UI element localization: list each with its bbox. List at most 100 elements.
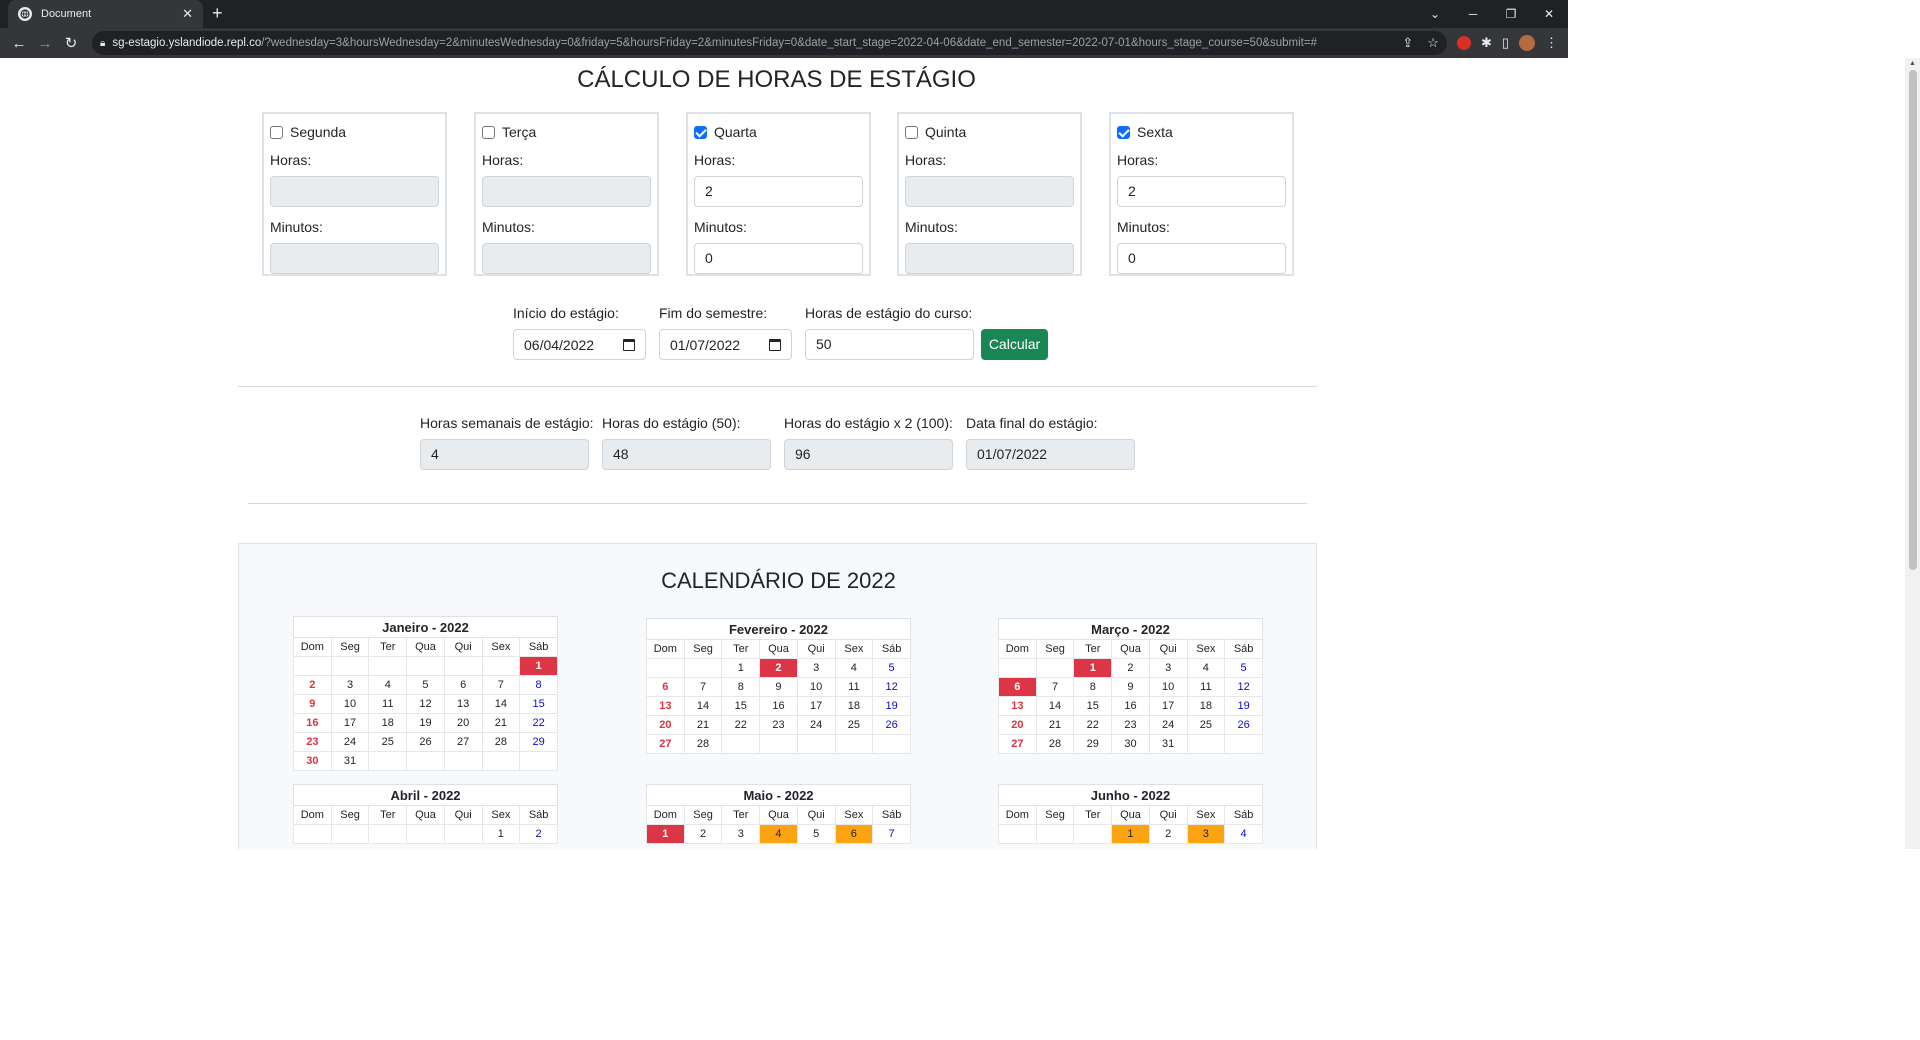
minutes-input[interactable] xyxy=(905,243,1074,274)
day-cell[interactable]: 11 xyxy=(368,694,408,714)
day-cell[interactable]: 1 xyxy=(1073,658,1113,678)
day-cell[interactable]: 21 xyxy=(683,715,723,735)
day-cell[interactable]: 19 xyxy=(872,696,911,716)
day-cell[interactable]: 9 xyxy=(1111,677,1150,697)
close-tab-icon[interactable]: ✕ xyxy=(182,6,193,22)
day-cell[interactable]: 27 xyxy=(646,734,685,754)
day-cell[interactable]: 3 xyxy=(796,658,836,678)
day-cell[interactable]: 25 xyxy=(368,732,408,752)
day-cell[interactable]: 7 xyxy=(872,824,911,844)
day-cell[interactable]: 2 xyxy=(1111,658,1150,678)
day-cell[interactable]: 7 xyxy=(1035,677,1075,697)
day-checkbox-row[interactable]: Quarta xyxy=(694,124,863,140)
day-cell[interactable]: 18 xyxy=(834,696,874,716)
bookmark-star-icon[interactable]: ☆ xyxy=(1427,35,1439,51)
day-cell[interactable]: 18 xyxy=(1186,696,1226,716)
day-cell[interactable]: 22 xyxy=(1073,715,1113,735)
calendar-icon[interactable] xyxy=(769,338,781,351)
calculate-button[interactable]: Calcular xyxy=(981,329,1048,360)
day-cell[interactable]: 22 xyxy=(721,715,761,735)
day-cell[interactable]: 1 xyxy=(481,824,521,844)
minutes-input[interactable]: 0 xyxy=(1117,243,1286,274)
day-cell[interactable]: 11 xyxy=(1186,677,1226,697)
minimize-icon[interactable]: ─ xyxy=(1454,0,1492,28)
day-cell[interactable]: 2 xyxy=(683,824,723,844)
day-cell[interactable]: 17 xyxy=(330,713,370,733)
day-cell[interactable]: 27 xyxy=(443,732,483,752)
day-cell[interactable]: 3 xyxy=(330,675,370,695)
day-cell[interactable]: 27 xyxy=(998,734,1037,754)
day-cell[interactable]: 2 xyxy=(1148,824,1188,844)
day-cell[interactable]: 28 xyxy=(683,734,723,754)
start-date-input[interactable]: 06/04/2022 xyxy=(513,329,646,360)
reload-icon[interactable]: ↻ xyxy=(58,30,84,56)
day-cell[interactable]: 7 xyxy=(481,675,521,695)
day-cell[interactable]: 31 xyxy=(1148,734,1188,754)
day-cell[interactable]: 6 xyxy=(998,677,1037,697)
day-cell[interactable]: 4 xyxy=(834,658,874,678)
day-cell[interactable]: 13 xyxy=(443,694,483,714)
day-cell[interactable]: 6 xyxy=(443,675,483,695)
day-cell[interactable]: 24 xyxy=(1148,715,1188,735)
day-cell[interactable]: 12 xyxy=(1224,677,1263,697)
day-cell[interactable]: 5 xyxy=(872,658,911,678)
end-date-input[interactable]: 01/07/2022 xyxy=(659,329,792,360)
day-checkbox[interactable] xyxy=(270,125,283,139)
day-cell[interactable]: 8 xyxy=(519,675,558,695)
day-cell[interactable]: 1 xyxy=(646,824,685,844)
day-cell[interactable]: 7 xyxy=(683,677,723,697)
day-checkbox[interactable] xyxy=(905,125,918,139)
share-icon[interactable]: ⇪ xyxy=(1402,35,1413,51)
day-cell[interactable]: 18 xyxy=(368,713,408,733)
day-cell[interactable]: 24 xyxy=(330,732,370,752)
back-icon[interactable]: ← xyxy=(6,30,32,56)
day-cell[interactable]: 1 xyxy=(721,658,761,678)
day-cell[interactable]: 2 xyxy=(293,675,332,695)
day-cell[interactable]: 21 xyxy=(481,713,521,733)
day-cell[interactable]: 26 xyxy=(1224,715,1263,735)
day-cell[interactable]: 5 xyxy=(1224,658,1263,678)
day-cell[interactable]: 4 xyxy=(759,824,798,844)
day-cell[interactable]: 10 xyxy=(330,694,370,714)
day-checkbox-row[interactable]: Terça xyxy=(482,124,651,140)
day-checkbox[interactable] xyxy=(1117,125,1130,139)
day-cell[interactable]: 16 xyxy=(1111,696,1150,716)
day-cell[interactable]: 22 xyxy=(519,713,558,733)
day-cell[interactable]: 19 xyxy=(1224,696,1263,716)
hours-input[interactable]: 2 xyxy=(1117,176,1286,207)
day-cell[interactable]: 5 xyxy=(796,824,836,844)
scrollbar-thumb[interactable] xyxy=(1909,70,1917,570)
day-cell[interactable]: 3 xyxy=(1148,658,1188,678)
day-cell[interactable]: 19 xyxy=(406,713,445,733)
day-cell[interactable]: 4 xyxy=(1224,824,1263,844)
day-cell[interactable]: 30 xyxy=(293,751,332,771)
day-cell[interactable]: 15 xyxy=(1073,696,1113,716)
day-cell[interactable]: 29 xyxy=(1073,734,1113,754)
address-bar[interactable]: 🔒︎ sg-estagio.yslandiode.repl.co /?wedne… xyxy=(92,31,1447,55)
tab-search-icon[interactable]: ⌄ xyxy=(1416,0,1454,28)
new-tab-button[interactable]: + xyxy=(212,3,223,24)
day-cell[interactable]: 3 xyxy=(1186,824,1226,844)
profile-avatar[interactable] xyxy=(1519,35,1535,51)
day-cell[interactable]: 9 xyxy=(759,677,798,697)
day-cell[interactable]: 23 xyxy=(1111,715,1150,735)
day-cell[interactable]: 13 xyxy=(646,696,685,716)
day-cell[interactable]: 16 xyxy=(293,713,332,733)
menu-kebab-icon[interactable]: ⋮ xyxy=(1545,35,1558,51)
minutes-input[interactable] xyxy=(482,243,651,274)
day-cell[interactable]: 20 xyxy=(998,715,1037,735)
day-cell[interactable]: 24 xyxy=(796,715,836,735)
day-cell[interactable]: 17 xyxy=(796,696,836,716)
day-cell[interactable]: 26 xyxy=(872,715,911,735)
day-cell[interactable]: 28 xyxy=(1035,734,1075,754)
side-panel-icon[interactable]: ▯ xyxy=(1502,35,1509,51)
forward-icon[interactable]: → xyxy=(32,30,58,56)
page-scrollbar[interactable]: ▲ xyxy=(1905,58,1920,849)
course-hours-input[interactable]: 50 xyxy=(805,329,974,360)
minutes-input[interactable] xyxy=(270,243,439,274)
day-cell[interactable]: 30 xyxy=(1111,734,1150,754)
day-cell[interactable]: 12 xyxy=(406,694,445,714)
day-cell[interactable]: 6 xyxy=(646,677,685,697)
day-cell[interactable]: 10 xyxy=(796,677,836,697)
scroll-up-icon[interactable]: ▲ xyxy=(1909,60,1916,67)
